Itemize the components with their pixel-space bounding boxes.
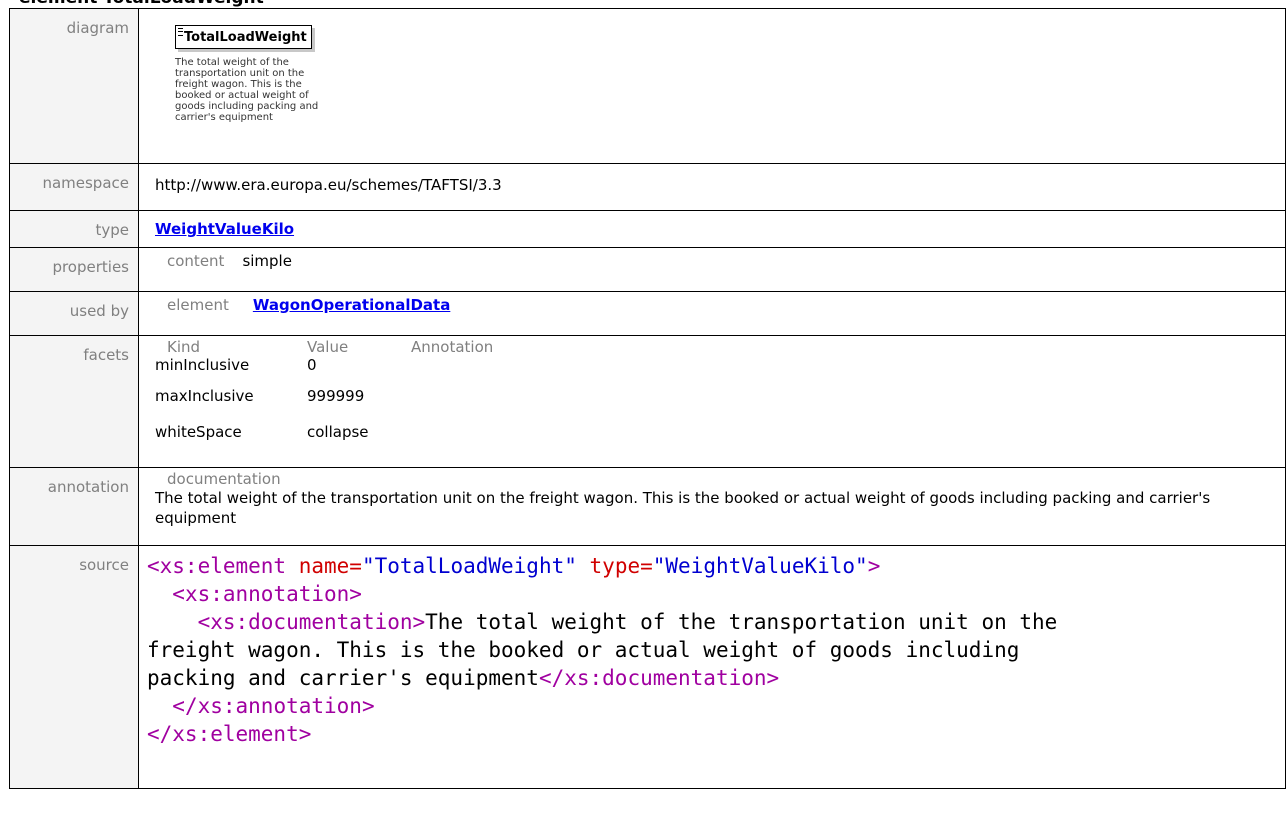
facet-value: 0 [307, 356, 317, 374]
facet-row: maxInclusive 999999 [155, 382, 493, 418]
source-text: packing and carrier's equipment [147, 666, 539, 690]
used-by-key: element [167, 296, 229, 314]
diagram-element-doc: The total weight of the transportation u… [175, 57, 319, 123]
source-tag: > [867, 554, 881, 578]
properties-row: properties content simple [9, 247, 1286, 292]
source-tag: </xs:annotation> [172, 694, 375, 718]
namespace-cell: http://www.era.europa.eu/schemes/TAFTSI/… [138, 163, 1286, 211]
diagram-cell: TotalLoadWeight The total weight of the … [138, 8, 1286, 164]
source-attr-value: "WeightValueKilo" [652, 554, 868, 578]
source-attr: type= [589, 554, 653, 578]
facet-kind: maxInclusive [155, 387, 254, 405]
annotation-row: annotation documentation The total weigh… [9, 467, 1286, 546]
namespace-label: namespace [9, 163, 139, 211]
facets-table: Kind Value Annotation minInclusive 0 max… [155, 338, 493, 454]
diagram-label: diagram [9, 8, 139, 164]
facets-cell: Kind Value Annotation minInclusive 0 max… [138, 335, 1286, 468]
properties-key: content [167, 252, 225, 270]
properties-table: content simple [155, 252, 310, 291]
annotation-head: documentation [167, 470, 281, 488]
facet-row: whiteSpace collapse [155, 418, 493, 454]
source-text: The total weight of the transportation u… [425, 610, 1058, 634]
facet-value: collapse [307, 423, 369, 441]
source-tag: </xs:element> [147, 722, 312, 746]
properties-label: properties [9, 247, 139, 292]
source-tag: <xs:annotation> [172, 582, 362, 606]
element-doc-table: diagram TotalLoadWeight The total weight… [9, 8, 1286, 789]
facet-kind: whiteSpace [155, 423, 242, 441]
facets-header-kind: Kind [167, 338, 201, 356]
diagram-element-box[interactable]: TotalLoadWeight [175, 25, 312, 49]
source-tag: <xs:element [147, 554, 299, 578]
properties-value: simple [242, 252, 292, 270]
annotation-cell: documentation The total weight of the tr… [138, 467, 1286, 546]
source-cell: <xs:element name="TotalLoadWeight" type=… [138, 545, 1286, 789]
facet-kind: minInclusive [155, 356, 250, 374]
source-tag: <xs:documentation> [197, 610, 426, 634]
facets-header-annotation: Annotation [411, 338, 494, 356]
type-label: type [9, 210, 139, 248]
used-by-table: element WagonOperationalData [155, 296, 468, 335]
used-by-cell: element WagonOperationalData [138, 291, 1286, 336]
source-attr-value: "TotalLoadWeight" [361, 554, 577, 578]
used-by-row: used by element WagonOperationalData [9, 291, 1286, 336]
facets-header-value: Value [307, 338, 349, 356]
source-tag: </xs:documentation> [538, 666, 780, 690]
facet-annotation [411, 418, 493, 454]
used-by-label: used by [9, 291, 139, 336]
facet-value: 999999 [307, 387, 365, 405]
type-cell: WeightValueKilo [138, 210, 1286, 248]
type-link[interactable]: WeightValueKilo [155, 211, 294, 238]
facet-row: minInclusive 0 [155, 356, 493, 382]
type-row: type WeightValueKilo [9, 210, 1286, 248]
properties-cell: content simple [138, 247, 1286, 292]
facets-label: facets [9, 335, 139, 468]
facets-row: facets Kind Value Annotation minInclusiv… [9, 335, 1286, 468]
source-row: source <xs:element name="TotalLoadWeight… [9, 545, 1286, 789]
source-text: freight wagon. This is the booked or act… [147, 638, 1020, 662]
namespace-row: namespace http://www.era.europa.eu/schem… [9, 163, 1286, 211]
annotation-label: annotation [9, 467, 139, 546]
annotation-text: The total weight of the transportation u… [155, 489, 1211, 527]
source-code: <xs:element name="TotalLoadWeight" type=… [147, 552, 1285, 748]
element-marker-icon [178, 28, 183, 36]
facet-annotation [411, 382, 493, 418]
facet-annotation [411, 356, 493, 382]
source-attr: name= [298, 554, 362, 578]
diagram-element-name: TotalLoadWeight [184, 30, 307, 45]
schema-diagram: TotalLoadWeight The total weight of the … [175, 25, 365, 123]
diagram-row: diagram TotalLoadWeight The total weight… [9, 8, 1286, 164]
facets-header-row: Kind Value Annotation [155, 338, 493, 356]
used-by-link[interactable]: WagonOperationalData [253, 296, 450, 314]
page-title: element TotalLoadWeight [19, 0, 264, 8]
namespace-value: http://www.era.europa.eu/schemes/TAFTSI/… [155, 176, 502, 194]
source-label: source [9, 545, 139, 789]
